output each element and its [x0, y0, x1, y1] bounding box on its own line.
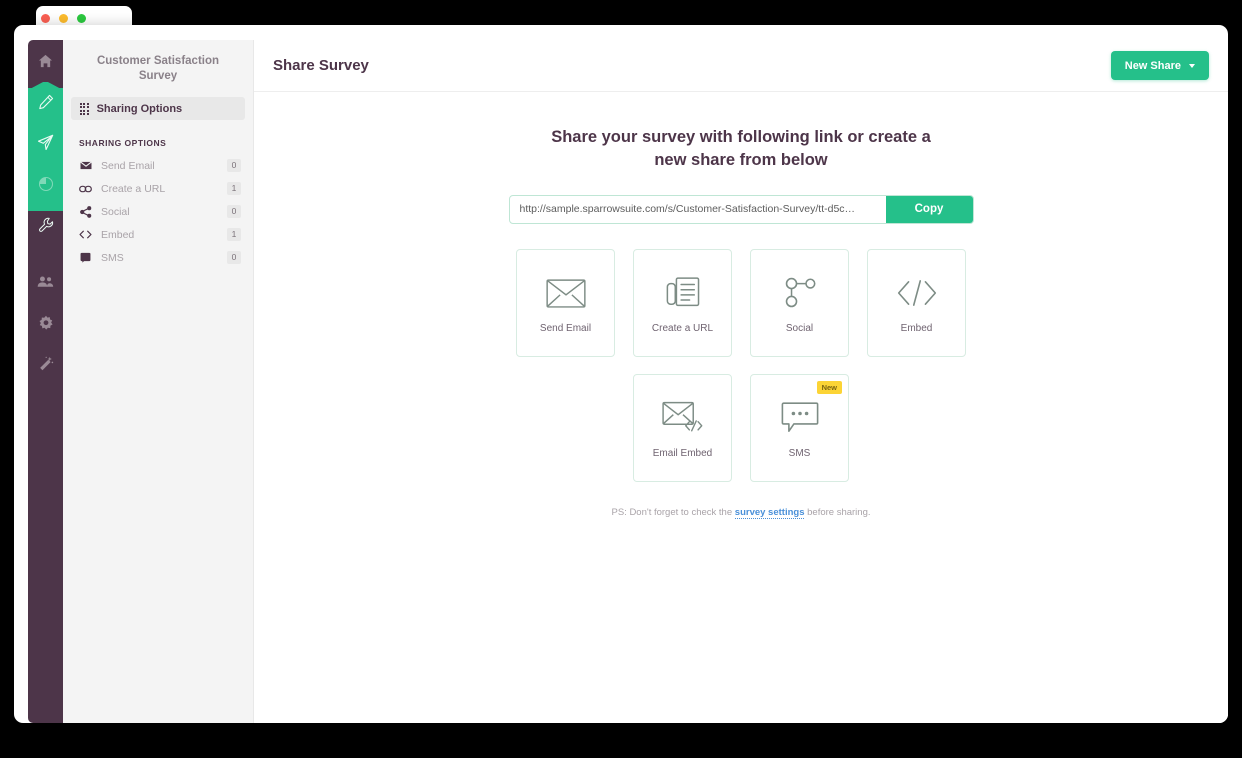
share-card-email-embed[interactable]: Email Embed	[633, 374, 732, 482]
envelope-icon	[79, 161, 92, 170]
sidebar-item-count: 0	[227, 205, 241, 218]
gear-icon	[38, 315, 54, 331]
icon-rail	[28, 40, 63, 723]
share-card-label: Embed	[901, 323, 933, 334]
share-card-row-2: Email Embed New SMS	[254, 374, 1228, 482]
share-card-label: SMS	[789, 448, 811, 459]
grid-icon	[80, 103, 89, 115]
share-card-row-1: Send Email Create a URL	[254, 249, 1228, 357]
survey-settings-link[interactable]: survey settings	[735, 507, 805, 519]
home-icon	[38, 54, 53, 68]
sidebar-tab-label: Sharing Options	[97, 103, 183, 115]
chat-icon	[79, 252, 92, 263]
share-link-row: Copy	[509, 195, 974, 224]
close-window-button[interactable]	[41, 14, 50, 23]
share-card-send-email[interactable]: Send Email	[516, 249, 615, 357]
share-link-input[interactable]	[510, 196, 886, 223]
rail-item-send[interactable]	[28, 122, 63, 163]
magic-wand-icon	[38, 356, 54, 372]
sidebar-section-label: SHARING OPTIONS	[63, 120, 253, 154]
sidebar-item-social[interactable]: Social 0	[63, 200, 253, 223]
rail-item-tools[interactable]	[28, 204, 63, 245]
sidebar: Customer Satisfaction Survey Sharing Opt…	[63, 40, 254, 723]
ps-note-prefix: PS: Don't forget to check the	[612, 507, 735, 518]
ps-note: PS: Don't forget to check the survey set…	[254, 507, 1228, 518]
new-share-button[interactable]: New Share	[1111, 51, 1209, 80]
minimize-window-button[interactable]	[59, 14, 68, 23]
share-card-embed[interactable]: Embed	[867, 249, 966, 357]
app-window-inner: Customer Satisfaction Survey Sharing Opt…	[28, 40, 1228, 723]
sidebar-item-count: 0	[227, 251, 241, 264]
rail-item-home[interactable]	[28, 40, 63, 81]
share-card-label: Create a URL	[652, 323, 713, 334]
ps-note-suffix: before sharing.	[804, 507, 870, 518]
pie-chart-icon	[38, 176, 54, 192]
sidebar-item-label: Embed	[101, 229, 218, 241]
sidebar-item-label: Send Email	[101, 160, 218, 172]
sidebar-item-send-email[interactable]: Send Email 0	[63, 154, 253, 177]
sidebar-tab-sharing-options[interactable]: Sharing Options	[71, 97, 245, 120]
maximize-window-button[interactable]	[77, 14, 86, 23]
sidebar-item-count: 1	[227, 182, 241, 195]
envelope-code-icon	[662, 396, 704, 440]
sidebar-item-create-url[interactable]: Create a URL 1	[63, 177, 253, 200]
pencil-icon	[38, 94, 54, 110]
status-badge: New	[817, 381, 842, 394]
share-card-label: Social	[786, 323, 813, 334]
survey-title: Customer Satisfaction Survey	[63, 54, 253, 83]
page-title: Share Survey	[273, 57, 369, 74]
envelope-icon	[546, 271, 586, 315]
new-share-label: New Share	[1125, 60, 1181, 72]
sidebar-item-embed[interactable]: Embed 1	[63, 223, 253, 246]
rail-item-edit[interactable]	[28, 81, 63, 122]
link-icon	[79, 185, 92, 193]
chat-bubble-icon	[781, 396, 819, 440]
rail-item-reports[interactable]	[28, 163, 63, 204]
sidebar-item-label: SMS	[101, 252, 218, 264]
window-traffic-lights	[41, 14, 86, 23]
share-card-create-url[interactable]: Create a URL	[633, 249, 732, 357]
rail-item-contacts[interactable]	[28, 261, 63, 302]
main-body: Share your survey with following link or…	[254, 92, 1228, 723]
share-icon	[79, 206, 92, 218]
code-icon	[896, 271, 938, 315]
sidebar-item-label: Social	[101, 206, 218, 218]
main-content: Share Survey New Share Share your survey…	[254, 40, 1228, 723]
users-icon	[37, 275, 54, 288]
code-icon	[79, 230, 92, 239]
document-link-icon	[666, 271, 700, 315]
share-card-label: Send Email	[540, 323, 591, 334]
share-card-label: Email Embed	[653, 448, 712, 459]
share-heading: Share your survey with following link or…	[536, 126, 946, 172]
wrench-icon	[38, 217, 54, 233]
sidebar-item-sms[interactable]: SMS 0	[63, 246, 253, 269]
share-nodes-icon	[782, 271, 818, 315]
rail-item-magic[interactable]	[28, 343, 63, 384]
paper-plane-icon	[37, 134, 54, 151]
main-header: Share Survey New Share	[254, 40, 1228, 92]
sidebar-item-count: 1	[227, 228, 241, 241]
share-card-sms[interactable]: New SMS	[750, 374, 849, 482]
sidebar-item-count: 0	[227, 159, 241, 172]
sidebar-item-label: Create a URL	[101, 183, 218, 195]
app-window: Customer Satisfaction Survey Sharing Opt…	[14, 25, 1228, 723]
copy-button[interactable]: Copy	[886, 196, 973, 223]
rail-item-settings[interactable]	[28, 302, 63, 343]
chevron-down-icon	[1189, 64, 1195, 68]
share-card-social[interactable]: Social	[750, 249, 849, 357]
